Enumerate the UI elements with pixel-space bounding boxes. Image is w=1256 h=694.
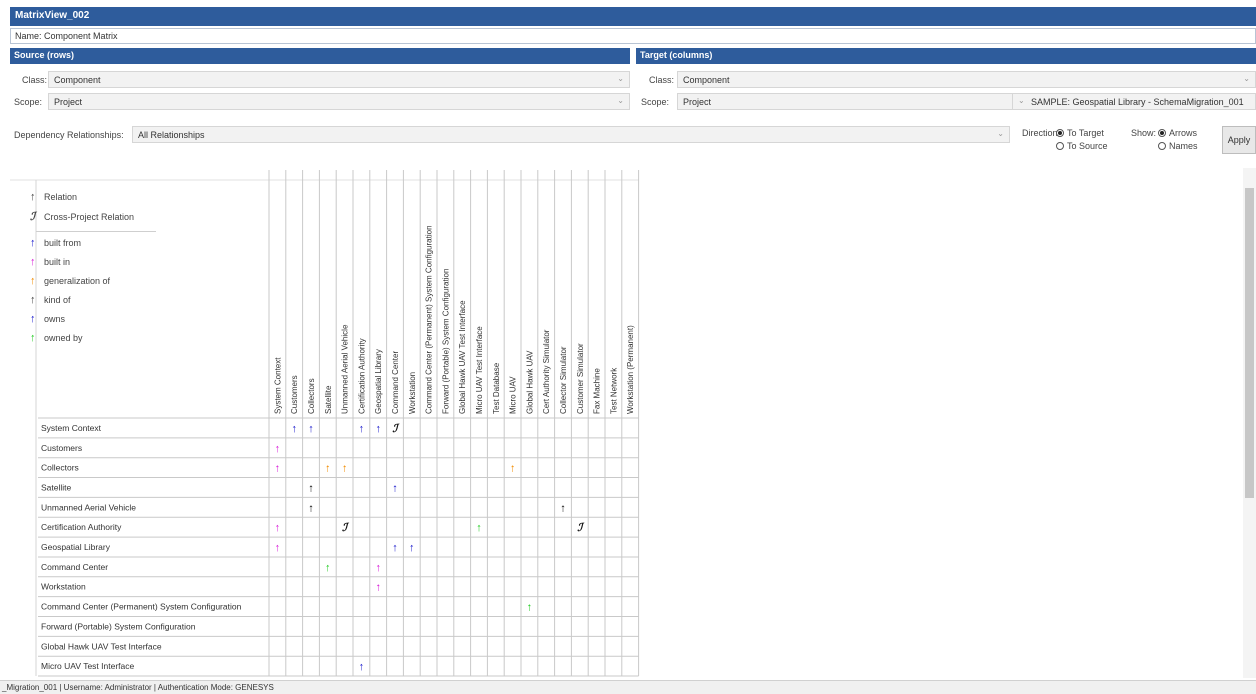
matrix-cell-icon: ↑ — [325, 463, 331, 475]
row-header: Customers — [41, 443, 82, 453]
column-header: Geospatial Library — [374, 349, 383, 414]
matrix-cell-icon: ↑ — [325, 562, 331, 574]
matrix-cell-icon: ↑ — [476, 522, 482, 534]
column-header: Unmanned Aerial Vehicle — [341, 324, 350, 414]
row-header: Certification Authority — [41, 522, 122, 532]
column-header: System Context — [273, 357, 282, 414]
matrix-cell-icon: ↑ — [359, 661, 365, 673]
column-header: Test Database — [492, 362, 501, 414]
cross-project-relation-icon: ℐ — [30, 211, 36, 223]
row-header: Unmanned Aerial Vehicle — [41, 502, 136, 512]
matrix-cell-icon: ↑ — [392, 542, 398, 554]
matrix-cell-icon: ↑ — [275, 443, 281, 455]
matrix-cell-icon: ↑ — [392, 482, 398, 494]
dependency-matrix: System Context Customers Collectors Satelli… — [10, 168, 640, 677]
column-header: Command Center — [391, 351, 400, 414]
column-header: Satellite — [324, 385, 333, 414]
matrix-cell-icon: ↑ — [359, 423, 365, 435]
matrix-cell-icon: ↑ — [308, 482, 314, 494]
relation-arrow-icon: ↑ — [30, 191, 36, 203]
column-header: Fax Machine — [593, 368, 602, 414]
matrix-cell-icon: ↑ — [409, 542, 415, 554]
legend-item-owned-by: ↑ owned by — [30, 332, 83, 344]
column-header: Workstation (Permanent) — [626, 325, 635, 414]
column-header: Customer Simulator — [576, 343, 585, 414]
legend-item-relation: ↑ Relation — [30, 191, 78, 203]
column-header: Command Center (Permanent) System Config… — [425, 225, 434, 414]
column-header: Collectors — [307, 378, 316, 414]
matrix-cell-icon: ↑ — [308, 423, 314, 435]
matrix-cell-icon: ↑ — [510, 463, 516, 475]
matrix-cell-icon: ℐ — [577, 522, 585, 534]
row-header: Micro UAV Test Interface — [41, 661, 134, 671]
scrollbar-thumb[interactable] — [1245, 188, 1254, 498]
status-bar: _Migration_001 | Username: Administrator… — [0, 680, 1256, 694]
matrix-cell-icon: ↑ — [291, 423, 297, 435]
column-header: Global Hawk UAV — [525, 350, 534, 414]
matrix-cell-icon: ↑ — [375, 582, 381, 594]
built-in-arrow-icon: ↑ — [30, 256, 36, 268]
row-header: Geospatial Library — [41, 542, 111, 552]
row-header: Command Center (Permanent) System Config… — [41, 602, 242, 612]
kind-of-arrow-icon: ↑ — [30, 294, 36, 306]
legend-item-cross-project: ℐ Cross-Project Relation — [30, 211, 135, 223]
matrix-cell-icon: ℐ — [392, 423, 400, 435]
row-header: Workstation — [41, 582, 86, 592]
matrix-cell-icon: ↑ — [375, 423, 381, 435]
row-header: Collectors — [41, 463, 79, 473]
column-header: Certification Authority — [357, 338, 366, 414]
column-header: Test Network — [609, 367, 618, 414]
column-header: Collector Simulator — [559, 346, 568, 414]
column-header: Micro UAV — [509, 376, 518, 414]
legend-item-owns: ↑ owns — [30, 313, 66, 325]
column-header: Cert Authority Simulator — [542, 329, 551, 414]
matrix-cell-icon: ↑ — [275, 542, 281, 554]
row-header: Satellite — [41, 482, 72, 492]
legend-item-built-from: ↑ built from — [30, 237, 82, 249]
column-header: Workstation — [408, 372, 417, 414]
legend-divider — [36, 231, 156, 232]
owned-by-arrow-icon: ↑ — [30, 332, 36, 344]
row-header: Forward (Portable) System Configuration — [41, 621, 196, 631]
column-header: Global Hawk UAV Test Interface — [458, 300, 467, 414]
vertical-scrollbar[interactable] — [1243, 168, 1256, 678]
built-from-arrow-icon: ↑ — [30, 237, 36, 249]
matrix-cell-icon: ℐ — [342, 522, 350, 534]
row-header: Global Hawk UAV Test Interface — [41, 641, 162, 651]
matrix-cell-icon: ↑ — [527, 602, 533, 614]
matrix-cell-icon: ↑ — [375, 562, 381, 574]
row-header: Command Center — [41, 562, 108, 572]
matrix-cell-icon: ↑ — [560, 502, 566, 514]
matrix-corner — [10, 168, 269, 418]
owns-arrow-icon: ↑ — [30, 313, 36, 325]
matrix-cell-icon: ↑ — [308, 502, 314, 514]
legend-item-generalization-of: ↑ generalization of — [30, 275, 111, 287]
column-header: Customers — [290, 375, 299, 414]
legend-item-built-in: ↑ built in — [30, 256, 71, 268]
matrix-cell-icon: ↑ — [275, 522, 281, 534]
matrix-cell-icon: ↑ — [342, 463, 348, 475]
row-header: System Context — [41, 423, 102, 433]
matrix-cell-icon: ↑ — [275, 463, 281, 475]
legend-item-kind-of: ↑ kind of — [30, 294, 71, 306]
column-header: Forward (Portable) System Configuration — [441, 269, 450, 414]
generalization-arrow-icon: ↑ — [30, 275, 36, 287]
column-header: Micro UAV Test Interface — [475, 326, 484, 414]
